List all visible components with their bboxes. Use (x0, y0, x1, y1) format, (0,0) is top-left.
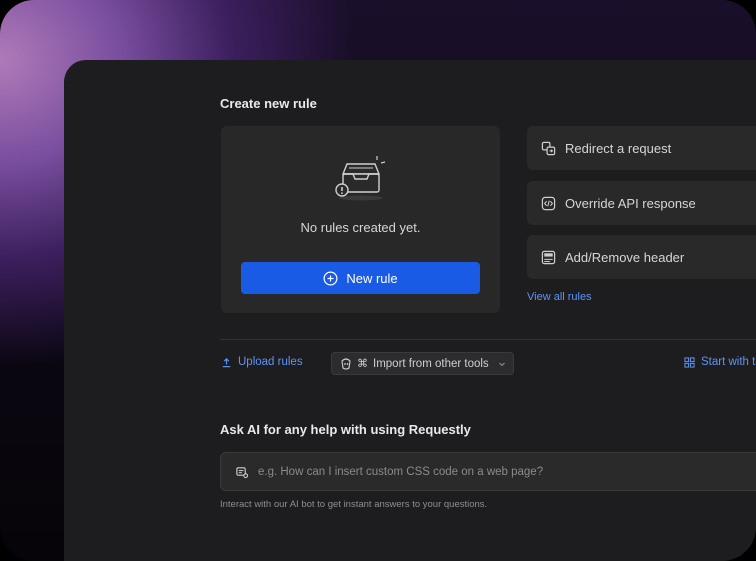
start-with-template-link[interactable]: Start with template (684, 356, 756, 368)
ask-ai-helper-text: Interact with our AI bot to get instant … (220, 499, 488, 510)
ask-ai-heading: Ask AI for any help with using Requestly (220, 422, 471, 437)
rule-type-override-api[interactable]: Override API response (527, 181, 756, 225)
import-from-tools-dropdown[interactable]: ⌘ Import from other tools (331, 352, 514, 375)
create-rule-heading: Create new rule (220, 96, 317, 111)
start-with-label: Start with template (701, 356, 756, 368)
redirect-icon (541, 141, 556, 155)
empty-inbox-icon (335, 156, 386, 201)
empty-state-card: No rules created yet. New rule (221, 126, 500, 313)
rule-type-label: Add/Remove header (565, 249, 685, 265)
empty-state-text: No rules created yet. (300, 220, 421, 235)
ask-ai-field[interactable] (220, 452, 756, 491)
plus-circle-icon (323, 271, 338, 285)
code-icon (541, 196, 556, 210)
rule-type-header[interactable]: Add/Remove header (527, 235, 756, 279)
rule-type-label: Redirect a request (565, 140, 672, 156)
command-icon: ⌘ (357, 357, 368, 370)
background-frame: Create new rule No rules created yet. Ne… (0, 0, 756, 561)
charles-icon (341, 357, 351, 370)
upload-icon (222, 357, 231, 367)
divider (220, 339, 756, 340)
upload-rules-label: Upload rules (238, 356, 303, 368)
upload-rules-link[interactable]: Upload rules (221, 356, 303, 368)
chevron-down-icon (498, 362, 505, 366)
ask-ai-input[interactable] (256, 464, 740, 479)
import-label: Import from other tools (373, 357, 489, 370)
header-icon (541, 250, 556, 264)
rule-type-label: Override API response (565, 195, 696, 211)
new-rule-button[interactable]: New rule (241, 262, 480, 294)
ai-bot-icon (236, 467, 248, 478)
grid-icon (684, 356, 695, 368)
view-all-rules-link[interactable]: View all rules (527, 291, 592, 303)
new-rule-label: New rule (346, 270, 398, 286)
rule-type-redirect[interactable]: Redirect a request (527, 126, 756, 170)
